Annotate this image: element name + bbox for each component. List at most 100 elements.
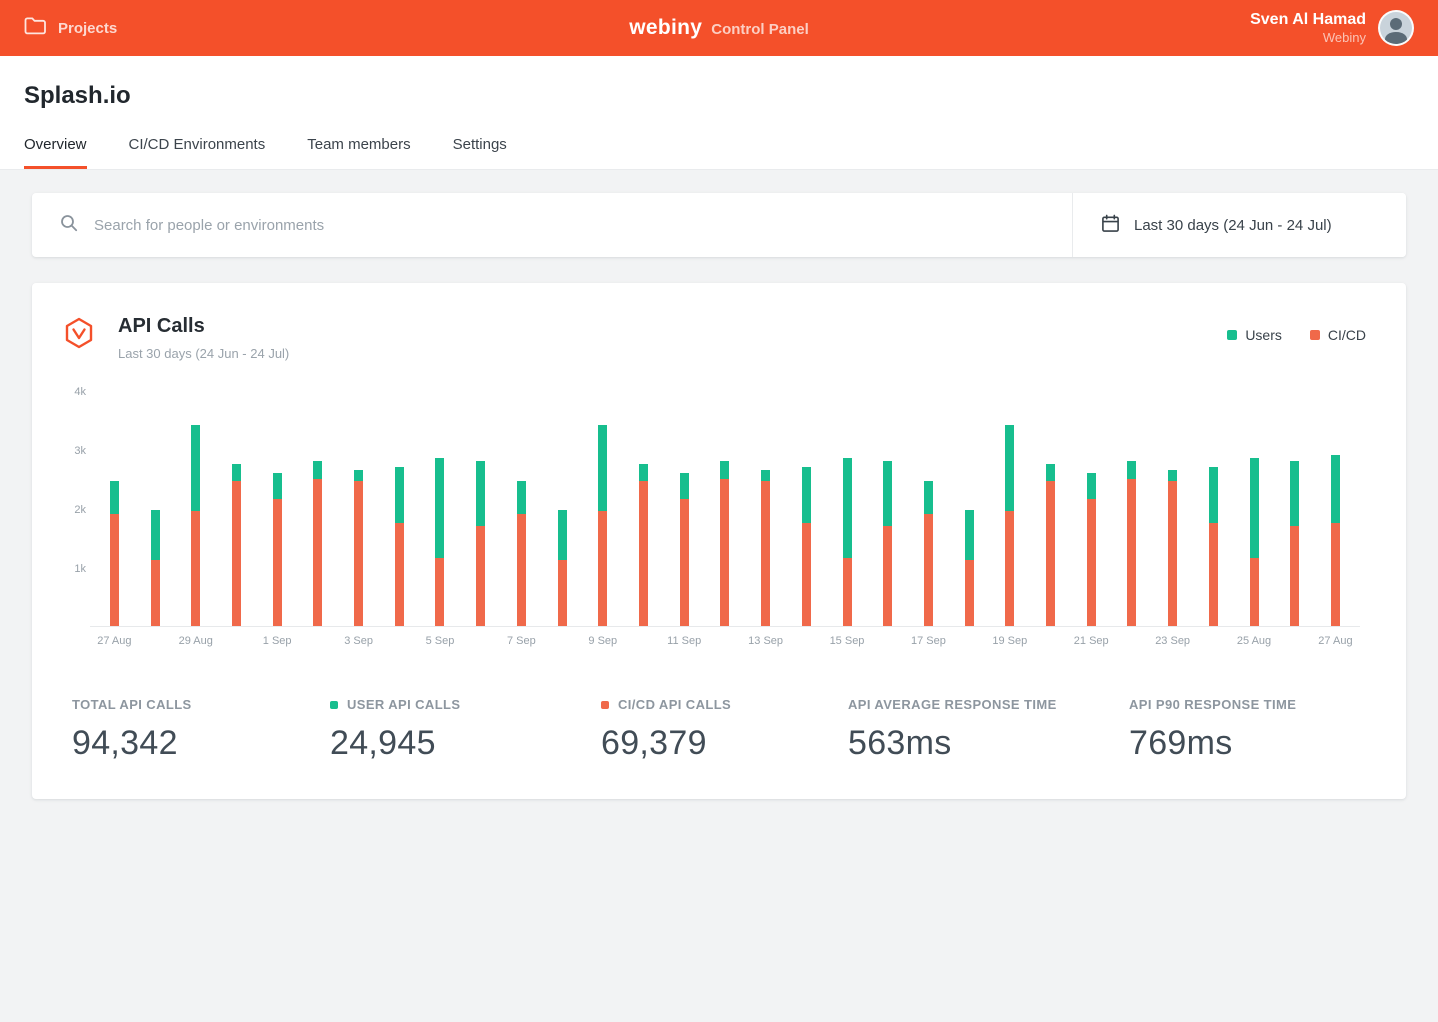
stat-label-text: API AVERAGE RESPONSE TIME [848,697,1057,712]
stat-label-api-average-response-time: API AVERAGE RESPONSE TIME [848,697,1129,712]
bar-group [542,391,583,626]
bar-stack [1250,458,1259,626]
stat-api-average-response-time: API AVERAGE RESPONSE TIME563ms [848,697,1129,763]
users-bar-segment [558,510,567,560]
bar-group [705,391,746,626]
cicd-bar-segment [395,523,404,626]
bar-stack [965,510,974,626]
cicd-bar-segment [435,558,444,626]
bar-group: 27 Aug [94,391,135,626]
bar-stack [151,510,160,626]
bar-group: 21 Sep [1071,391,1112,626]
tab-ci-cd-environments[interactable]: CI/CD Environments [129,136,266,169]
cicd-bar-segment [1331,523,1340,626]
cicd-bar-segment [965,560,974,626]
x-axis-tick: 13 Sep [748,635,783,647]
bar-stack [1127,461,1136,626]
y-axis-tick: 2k [74,504,86,516]
stat-label-user-api-calls: USER API CALLS [330,697,601,712]
projects-nav-label[interactable]: Projects [58,20,117,37]
bar-stack [558,510,567,626]
users-bar-segment [273,473,282,500]
cicd-bar-segment [558,560,567,626]
users-bar-segment [1127,461,1136,479]
card-title: API Calls [118,315,289,338]
users-bar-segment [1209,467,1218,523]
x-axis-tick: 7 Sep [507,635,536,647]
users-bar-segment [435,458,444,558]
bar-group [298,391,339,626]
control-panel-label: Control Panel [711,21,809,38]
stat-value-ci-cd-api-calls: 69,379 [601,724,848,763]
stat-total-api-calls: TOTAL API CALLS94,342 [72,697,330,763]
bar-stack [1005,425,1014,626]
bar-stack [1087,473,1096,626]
cicd-bar-segment [1290,526,1299,626]
bar-stack [191,425,200,626]
legend-item-ci-cd: CI/CD [1310,327,1366,343]
card-subtitle: Last 30 days (24 Jun - 24 Jul) [118,346,289,361]
chart-plot: 27 Aug29 Aug1 Sep3 Sep5 Sep7 Sep9 Sep11 … [90,391,1360,627]
user-menu: Sven Al Hamad Webiny [1250,10,1414,46]
bar-stack [720,461,729,626]
bar-stack [883,461,892,626]
stat-dot-ci-cd-api-calls [601,701,609,709]
legend-label-users: Users [1245,327,1282,343]
legend-swatch-ci-cd [1310,330,1320,340]
bar-group [216,391,257,626]
users-bar-segment [232,464,241,482]
bar-stack [1168,470,1177,626]
bar-group: 5 Sep [420,391,461,626]
user-meta: Sven Al Hamad Webiny [1250,10,1366,46]
x-axis-tick: 25 Aug [1237,635,1271,647]
page-header: Splash.io OverviewCI/CD EnvironmentsTeam… [0,56,1438,170]
cicd-bar-segment [1046,481,1055,626]
cicd-bar-segment [1005,511,1014,626]
cicd-bar-segment [802,523,811,626]
logo-text: webiny [629,16,702,40]
user-avatar[interactable] [1378,10,1414,46]
cicd-bar-segment [151,560,160,626]
search-input[interactable] [94,217,1052,234]
legend-item-users: Users [1227,327,1282,343]
users-bar-segment [395,467,404,523]
bar-group: 19 Sep [989,391,1030,626]
bar-group [949,391,990,626]
tab-settings[interactable]: Settings [453,136,507,169]
users-bar-segment [191,425,200,511]
bar-group [1030,391,1071,626]
x-axis-tick: 29 Aug [179,635,213,647]
users-bar-segment [1168,470,1177,482]
bar-stack [232,464,241,626]
bar-stack [435,458,444,626]
bar-stack [395,467,404,626]
y-axis-tick: 3k [74,445,86,457]
users-bar-segment [1331,455,1340,523]
cicd-bar-segment [761,481,770,626]
tab-team-members[interactable]: Team members [307,136,410,169]
stat-dot-user-api-calls [330,701,338,709]
stat-label-text: TOTAL API CALLS [72,697,192,712]
tab-overview[interactable]: Overview [24,136,87,169]
cicd-bar-segment [924,514,933,626]
bar-group: 25 Aug [1234,391,1275,626]
cicd-bar-segment [476,526,485,626]
main-content: Last 30 days (24 Jun - 24 Jul) API Calls… [0,170,1438,831]
card-header: API Calls Last 30 days (24 Jun - 24 Jul)… [32,283,1406,361]
bar-stack [1331,455,1340,626]
y-axis-tick: 1k [74,563,86,575]
legend-swatch-users [1227,330,1237,340]
cicd-bar-segment [313,479,322,627]
users-bar-segment [354,470,363,482]
api-calls-icon [64,317,94,354]
bar-group: 15 Sep [827,391,868,626]
users-bar-segment [680,473,689,500]
search-box[interactable] [32,193,1072,257]
stat-label-text: CI/CD API CALLS [618,697,731,712]
date-range-button[interactable]: Last 30 days (24 Jun - 24 Jul) [1072,193,1406,257]
x-axis-tick: 5 Sep [426,635,455,647]
users-bar-segment [639,464,648,482]
projects-nav[interactable]: Projects [24,17,117,40]
bar-stack [761,470,770,626]
x-axis-tick: 9 Sep [588,635,617,647]
